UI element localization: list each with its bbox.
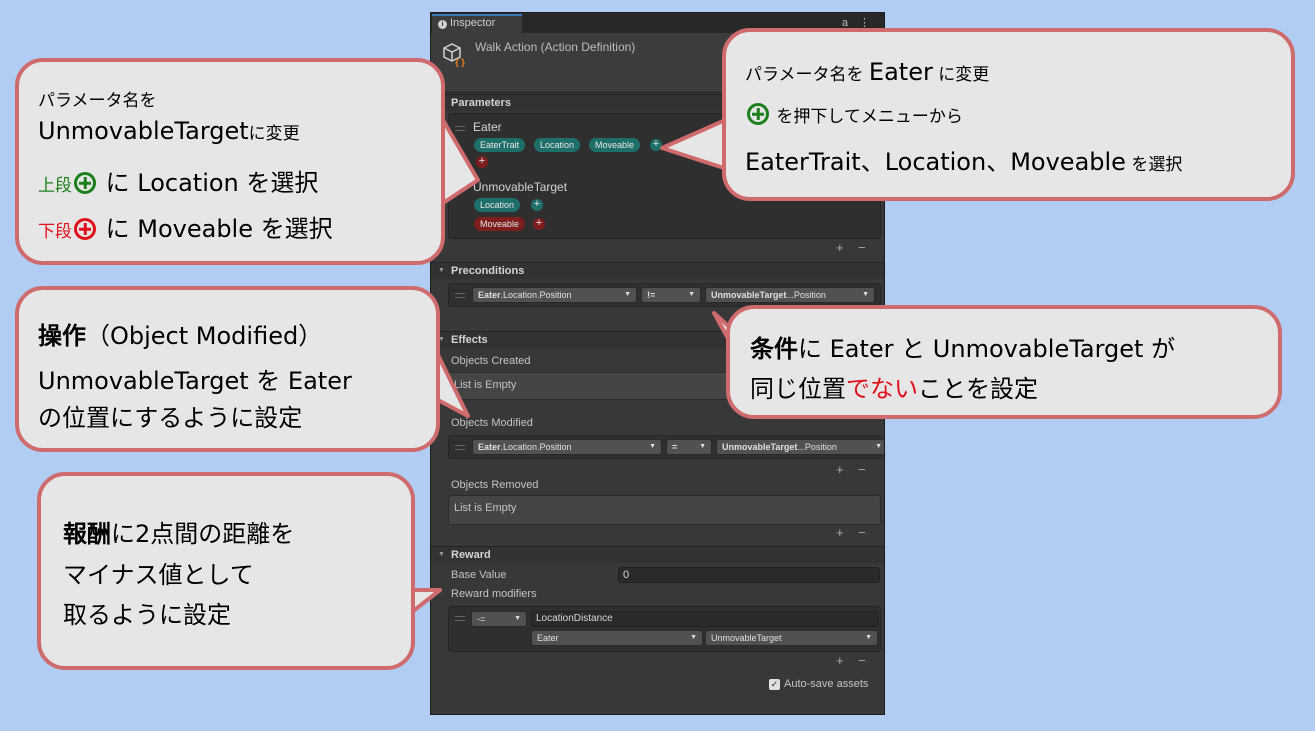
callout-left1-line2: UnmovableTargetに変更 [38, 117, 300, 145]
callout-right2-line1: 条件に Eater と UnmovableTarget が [750, 335, 1176, 363]
callout-left1-line4: 下段 に Moveable を選択 [38, 215, 333, 243]
objects-removed-list: List is Empty [448, 495, 881, 525]
precondition-right-dropdown[interactable]: UnmovableTarget...Position [705, 287, 875, 303]
precondition-left-dropdown[interactable]: Eater.Location.Position [472, 287, 637, 303]
callout-left2-line3: の位置にするように設定 [38, 404, 303, 432]
trait-pill[interactable]: Moveable [589, 138, 641, 152]
callout-right1-line3: EaterTrait、Location、Moveable を選択 [745, 148, 1183, 176]
trait-pill[interactable]: Location [474, 198, 521, 212]
parameter-name-eater[interactable]: Eater [473, 120, 502, 134]
modifier-arg1-dropdown[interactable]: Eater [531, 630, 703, 646]
drag-handle-icon[interactable] [455, 293, 465, 298]
auto-save-checkbox[interactable]: ✓ [769, 679, 780, 690]
tab-label: Inspector [450, 17, 496, 29]
action-definition-icon: {} [443, 43, 466, 67]
modifier-arg2-dropdown[interactable]: UnmovableTarget [705, 630, 878, 646]
modified-right-dropdown[interactable]: UnmovableTarget...Position [716, 439, 884, 455]
drag-handle-icon[interactable] [455, 126, 465, 131]
excluded-trait-pill[interactable]: Moveable [474, 217, 526, 231]
add-trait-plus-icon[interactable]: + [531, 199, 543, 211]
callout-left3-line1: 報酬に2点間の距離を [63, 520, 295, 548]
drag-handle-icon[interactable] [455, 616, 465, 621]
callout-left2-line2: UnmovableTarget を Eater [38, 367, 352, 395]
trait-pill[interactable]: Location [534, 138, 581, 152]
modified-operator-dropdown[interactable]: = [666, 439, 712, 455]
reward-modifiers-list: -= LocationDistance Eater UnmovableTarge… [448, 606, 881, 652]
callout-left1-line1: パラメータ名を [38, 91, 157, 111]
callout-left3-line3: 取るように設定 [63, 601, 231, 629]
objects-created-label: Objects Created [451, 355, 531, 367]
green-add-circle-icon [747, 103, 769, 125]
auto-save-label: Auto-save assets [784, 678, 869, 690]
trait-pill[interactable]: EaterTrait [474, 138, 526, 152]
objects-modified-list: Eater.Location.Position = UnmovableTarge… [448, 435, 884, 459]
base-value-label: Base Value [451, 569, 507, 581]
reward-modifiers-label: Reward modifiers [451, 588, 537, 600]
add-modified-button[interactable]: + [836, 462, 844, 477]
remove-parameter-button[interactable]: − [858, 240, 866, 255]
section-preconditions[interactable]: Preconditions [431, 262, 884, 279]
add-excluded-trait-plus-icon[interactable]: + [533, 218, 545, 230]
callout-right1-line2: を押下してメニューから [745, 102, 963, 127]
info-icon: i [438, 20, 447, 29]
callout-left1-line3: 上段 に Location を選択 [38, 169, 319, 197]
objects-modified-label: Objects Modified [451, 417, 533, 429]
callout-right1-line1: パラメータ名を Eater に変更 [745, 58, 990, 86]
objects-removed-label: Objects Removed [451, 479, 539, 491]
add-removed-button[interactable]: + [836, 525, 844, 540]
remove-modifier-button[interactable]: − [858, 653, 866, 668]
asset-title: Walk Action (Action Definition) [475, 40, 636, 54]
precondition-operator-dropdown[interactable]: != [641, 287, 701, 303]
drag-handle-icon[interactable] [455, 445, 465, 450]
tab-inspector[interactable]: i Inspector [432, 14, 522, 33]
callout-left3-line2: マイナス値として [63, 561, 254, 589]
remove-removed-button[interactable]: − [858, 525, 866, 540]
green-add-circle-icon [74, 172, 96, 194]
callout-right2-line2: 同じ位置でないことを設定 [750, 375, 1038, 403]
preconditions-list: Eater.Location.Position != UnmovableTarg… [448, 283, 881, 307]
add-parameter-button[interactable]: + [836, 240, 844, 255]
callout-left2-line1: 操作（Object Modified） [38, 322, 323, 350]
add-trait-plus-icon[interactable]: + [650, 139, 662, 151]
parameter-name-unmovabletarget[interactable]: UnmovableTarget [473, 180, 567, 194]
base-value-field[interactable]: 0 [618, 567, 880, 583]
red-add-circle-icon [74, 218, 96, 240]
section-reward[interactable]: Reward [431, 546, 884, 563]
remove-modified-button[interactable]: − [858, 462, 866, 477]
modifier-name-field[interactable]: LocationDistance [531, 611, 878, 627]
add-modifier-button[interactable]: + [836, 653, 844, 668]
modifier-operator-dropdown[interactable]: -= [471, 611, 527, 627]
svg-text:{}: {} [454, 58, 466, 67]
add-excluded-trait-plus-icon[interactable]: + [476, 156, 488, 168]
modified-left-dropdown[interactable]: Eater.Location.Position [472, 439, 662, 455]
